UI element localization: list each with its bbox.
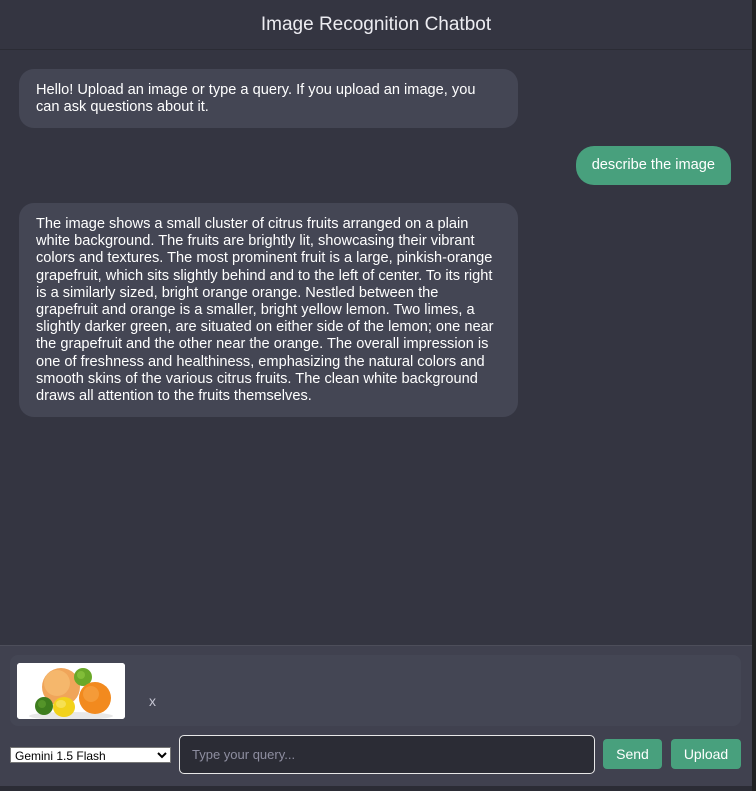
chatbot-app: Image Recognition Chatbot Hello! Upload … — [0, 0, 752, 791]
citrus-fruits-image — [17, 663, 125, 719]
model-select[interactable]: Gemini 1.5 Flash — [10, 747, 171, 763]
footer-strip — [0, 786, 752, 791]
header: Image Recognition Chatbot — [0, 0, 752, 50]
scrollbar-track[interactable] — [752, 0, 756, 791]
remove-image-button[interactable]: x — [149, 693, 156, 709]
input-panel: x Gemini 1.5 Flash Send Upload — [0, 645, 752, 786]
image-preview-area: x — [10, 655, 741, 726]
query-input[interactable] — [179, 735, 595, 774]
upload-button[interactable]: Upload — [671, 739, 741, 769]
bot-message: Hello! Upload an image or type a query. … — [19, 69, 518, 129]
uploaded-image-thumbnail — [17, 663, 125, 719]
bot-message: The image shows a small cluster of citru… — [19, 203, 518, 418]
page-title: Image Recognition Chatbot — [260, 13, 492, 35]
chat-history[interactable]: Hello! Upload an image or type a query. … — [0, 51, 752, 645]
user-message: describe the image — [575, 146, 731, 186]
send-button[interactable]: Send — [603, 739, 662, 769]
